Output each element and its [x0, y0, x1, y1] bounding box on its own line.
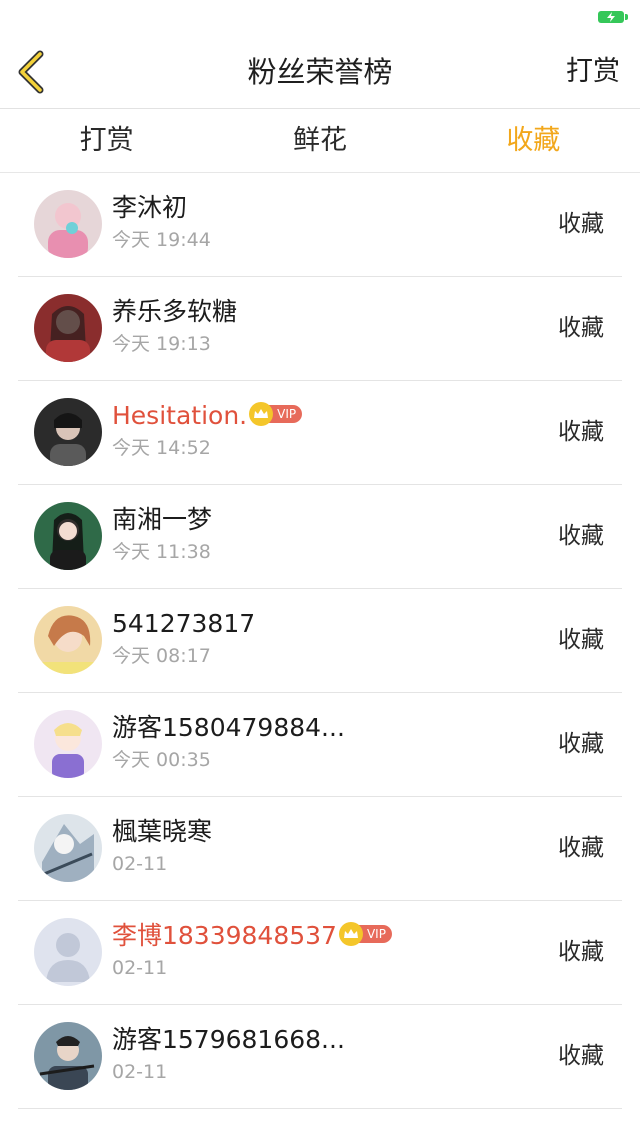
list-item[interactable]: 李博18339848537 VIP 02-11 收藏 — [18, 901, 622, 1005]
list-item[interactable]: Hesitation. VIP 今天 14:52 收藏 — [18, 381, 622, 485]
action-label: 收藏 — [558, 939, 604, 965]
fan-name: 养乐多软糖 — [112, 297, 238, 326]
fan-list: 李沐初 今天 19:44 收藏 养乐多软糖 今天 19:13 收藏 Hesita… — [0, 173, 640, 1109]
action-label: 收藏 — [558, 1043, 604, 1069]
avatar — [34, 918, 102, 986]
action-label: 收藏 — [558, 315, 604, 341]
vip-badge: VIP — [249, 402, 303, 426]
action-label: 收藏 — [558, 627, 604, 653]
fan-name: 游客1580479884... — [112, 713, 345, 742]
avatar — [34, 814, 102, 882]
action-label: 收藏 — [558, 419, 604, 445]
list-item[interactable]: 游客1580479884... 今天 00:35 收藏 — [18, 693, 622, 797]
fan-name: 南湘一梦 — [112, 505, 213, 534]
tab-flowers[interactable]: 鲜花 — [213, 109, 426, 172]
avatar — [34, 398, 102, 466]
list-item[interactable]: 养乐多软糖 今天 19:13 收藏 — [18, 277, 622, 381]
battery-icon — [598, 11, 628, 23]
tab-bar: 打赏 鲜花 收藏 — [0, 109, 640, 173]
fan-time: 02-11 — [112, 1061, 168, 1083]
crown-icon — [249, 402, 274, 426]
action-label: 收藏 — [558, 835, 604, 861]
list-item[interactable]: 541273817 今天 08:17 收藏 — [18, 589, 622, 693]
fan-time: 今天 14:52 — [112, 437, 211, 459]
fan-name: 李博18339848537 VIP — [112, 919, 392, 953]
avatar — [34, 294, 102, 362]
fan-name-text: 李博18339848537 — [112, 921, 337, 950]
fan-name: 楓葉晓寒 — [112, 817, 213, 846]
avatar — [34, 502, 102, 570]
action-label: 收藏 — [558, 731, 604, 757]
fan-time: 02-11 — [112, 957, 168, 979]
tab-reward[interactable]: 打赏 — [0, 109, 213, 172]
reward-button[interactable]: 打赏 — [566, 50, 620, 94]
list-item[interactable]: 楓葉晓寒 02-11 收藏 — [18, 797, 622, 901]
fan-time: 今天 00:35 — [112, 749, 211, 771]
fan-time: 今天 19:44 — [112, 229, 211, 251]
fan-name-text: Hesitation. — [112, 401, 248, 430]
status-bar — [0, 0, 640, 36]
navigation-bar: 粉丝荣誉榜 打赏 — [0, 36, 640, 109]
fan-name: 541273817 — [112, 609, 256, 638]
avatar — [34, 190, 102, 258]
avatar — [34, 710, 102, 778]
fan-time: 今天 11:38 — [112, 541, 211, 563]
tab-favorites[interactable]: 收藏 — [427, 109, 640, 172]
page-title: 粉丝荣誉榜 — [247, 55, 393, 89]
list-item[interactable]: 李沐初 今天 19:44 收藏 — [18, 173, 622, 277]
fan-time: 02-11 — [112, 853, 168, 875]
fan-name: 游客1579681668... — [112, 1025, 345, 1054]
fan-time: 今天 08:17 — [112, 645, 211, 667]
list-item[interactable]: 游客1579681668... 02-11 收藏 — [18, 1005, 622, 1109]
action-label: 收藏 — [558, 523, 604, 549]
vip-badge: VIP — [338, 922, 392, 946]
action-label: 收藏 — [558, 211, 604, 237]
avatar — [34, 606, 102, 674]
list-item[interactable]: 南湘一梦 今天 11:38 收藏 — [18, 485, 622, 589]
fan-name: Hesitation. VIP — [112, 399, 303, 433]
avatar — [34, 1022, 102, 1090]
fan-name: 李沐初 — [112, 193, 188, 222]
crown-icon — [338, 922, 363, 946]
fan-time: 今天 19:13 — [112, 333, 211, 355]
